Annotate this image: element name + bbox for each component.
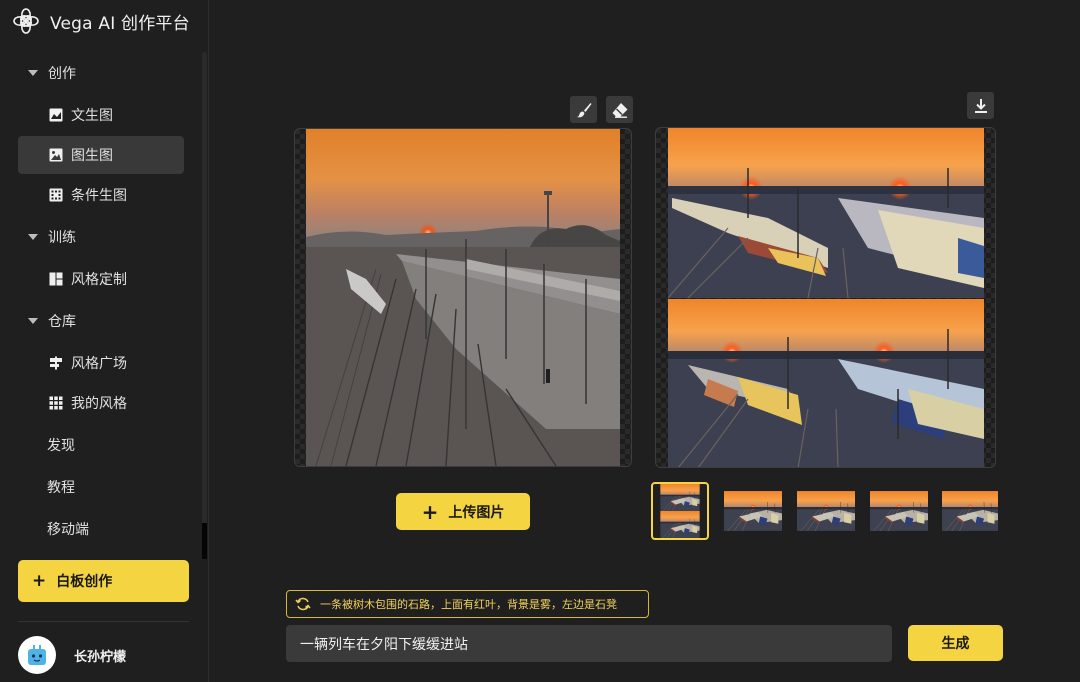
plus-icon: + bbox=[421, 499, 439, 524]
nav-group-label: 训练 bbox=[48, 230, 76, 246]
source-image bbox=[306, 129, 620, 466]
result-image-bottom bbox=[668, 299, 984, 467]
signpost-icon bbox=[50, 356, 62, 370]
vega-logo-icon bbox=[13, 8, 39, 34]
image-icon bbox=[49, 108, 63, 122]
upload-button-label: 上传图片 bbox=[448, 504, 505, 521]
caret-down-icon bbox=[28, 234, 38, 240]
upload-image-button[interactable]: + 上传图片 bbox=[396, 493, 530, 530]
grid-dots-icon bbox=[49, 188, 63, 202]
brush-icon bbox=[576, 102, 591, 117]
whiteboard-create-button[interactable]: + 白板创作 bbox=[18, 560, 189, 602]
eraser-icon bbox=[612, 102, 627, 118]
user-name: 长孙柠檬 bbox=[74, 649, 127, 665]
picture-icon bbox=[49, 148, 63, 162]
thumbnail-image bbox=[797, 490, 855, 532]
result-thumbnail-2[interactable] bbox=[724, 482, 782, 540]
sidebar-link-discover[interactable]: 发现 bbox=[18, 424, 184, 466]
sidebar-link-mobile[interactable]: 移动端 bbox=[18, 508, 184, 550]
brand[interactable]: Vega AI 创作平台 bbox=[12, 6, 190, 36]
grid-icon bbox=[49, 396, 63, 410]
download-icon bbox=[974, 98, 987, 113]
sidebar-item-text-to-image[interactable]: 文生图 bbox=[18, 96, 184, 134]
thumbnail-image bbox=[660, 484, 700, 538]
nav-group-label: 创作 bbox=[48, 66, 76, 82]
sidebar-item-label: 风格广场 bbox=[71, 356, 127, 372]
sidebar-nav: 创作 文生图 图生图 条件生图 训练 风格定制 仓库 风格广场 我的风格 发现 … bbox=[18, 52, 184, 550]
suggestion-text: 一条被树木包围的石路，上面有红叶，背景是雾，左边是石凳 bbox=[320, 598, 617, 611]
caret-down-icon bbox=[28, 318, 38, 324]
thumbnail-image bbox=[724, 490, 782, 532]
nav-group-train[interactable]: 训练 bbox=[18, 216, 184, 258]
sidebar-item-image-to-image[interactable]: 图生图 bbox=[18, 136, 184, 174]
avatar[interactable] bbox=[18, 636, 56, 674]
sidebar-item-style-square[interactable]: 风格广场 bbox=[18, 344, 184, 382]
sidebar: Vega AI 创作平台 创作 文生图 图生图 条件生图 训练 风格定制 仓库 … bbox=[0, 0, 209, 682]
sidebar-scrollbar[interactable] bbox=[202, 52, 207, 558]
prompt-input[interactable] bbox=[286, 625, 892, 662]
divider bbox=[18, 621, 189, 622]
generate-button[interactable]: 生成 bbox=[908, 625, 1003, 661]
prompt-suggestion[interactable]: 一条被树木包围的石路，上面有红叶，背景是雾，左边是石凳 bbox=[286, 590, 649, 618]
sidebar-item-my-styles[interactable]: 我的风格 bbox=[18, 384, 184, 422]
sidebar-link-tutorial[interactable]: 教程 bbox=[18, 466, 184, 508]
sidebar-item-label: 条件生图 bbox=[71, 188, 127, 204]
sidebar-item-style-custom[interactable]: 风格定制 bbox=[18, 260, 184, 298]
result-thumbnail-1[interactable] bbox=[651, 482, 709, 540]
result-thumbnail-5[interactable] bbox=[942, 482, 998, 540]
whiteboard-button-label: 白板创作 bbox=[56, 574, 113, 590]
sidebar-item-label: 我的风格 bbox=[71, 396, 127, 412]
layout-icon bbox=[49, 272, 63, 286]
eraser-button[interactable] bbox=[606, 96, 633, 123]
result-thumbnail-3[interactable] bbox=[797, 482, 855, 540]
refresh-icon bbox=[295, 597, 311, 611]
nav-group-label: 仓库 bbox=[48, 314, 76, 330]
result-thumbnail-4[interactable] bbox=[870, 482, 928, 540]
result-image-top bbox=[668, 128, 984, 298]
nav-group-repository[interactable]: 仓库 bbox=[18, 300, 184, 342]
sidebar-item-conditional-generation[interactable]: 条件生图 bbox=[18, 176, 184, 214]
thumbnail-image bbox=[870, 490, 928, 532]
download-button[interactable] bbox=[967, 92, 994, 119]
robot-avatar-icon bbox=[28, 645, 46, 665]
thumbnail-image bbox=[942, 490, 998, 532]
sidebar-scrollbar-thumb[interactable] bbox=[202, 523, 207, 559]
caret-down-icon bbox=[28, 70, 38, 76]
plus-icon: + bbox=[32, 571, 47, 591]
nav-group-create[interactable]: 创作 bbox=[18, 52, 184, 94]
app-title: Vega AI 创作平台 bbox=[50, 13, 190, 34]
brush-button[interactable] bbox=[570, 96, 597, 123]
sidebar-item-label: 文生图 bbox=[71, 108, 113, 124]
source-image-panel[interactable] bbox=[294, 128, 632, 467]
sidebar-item-label: 风格定制 bbox=[71, 272, 127, 288]
result-image-panel[interactable] bbox=[655, 127, 996, 468]
user-profile[interactable]: 长孙柠檬 bbox=[18, 636, 126, 674]
sidebar-item-label: 图生图 bbox=[71, 148, 113, 164]
